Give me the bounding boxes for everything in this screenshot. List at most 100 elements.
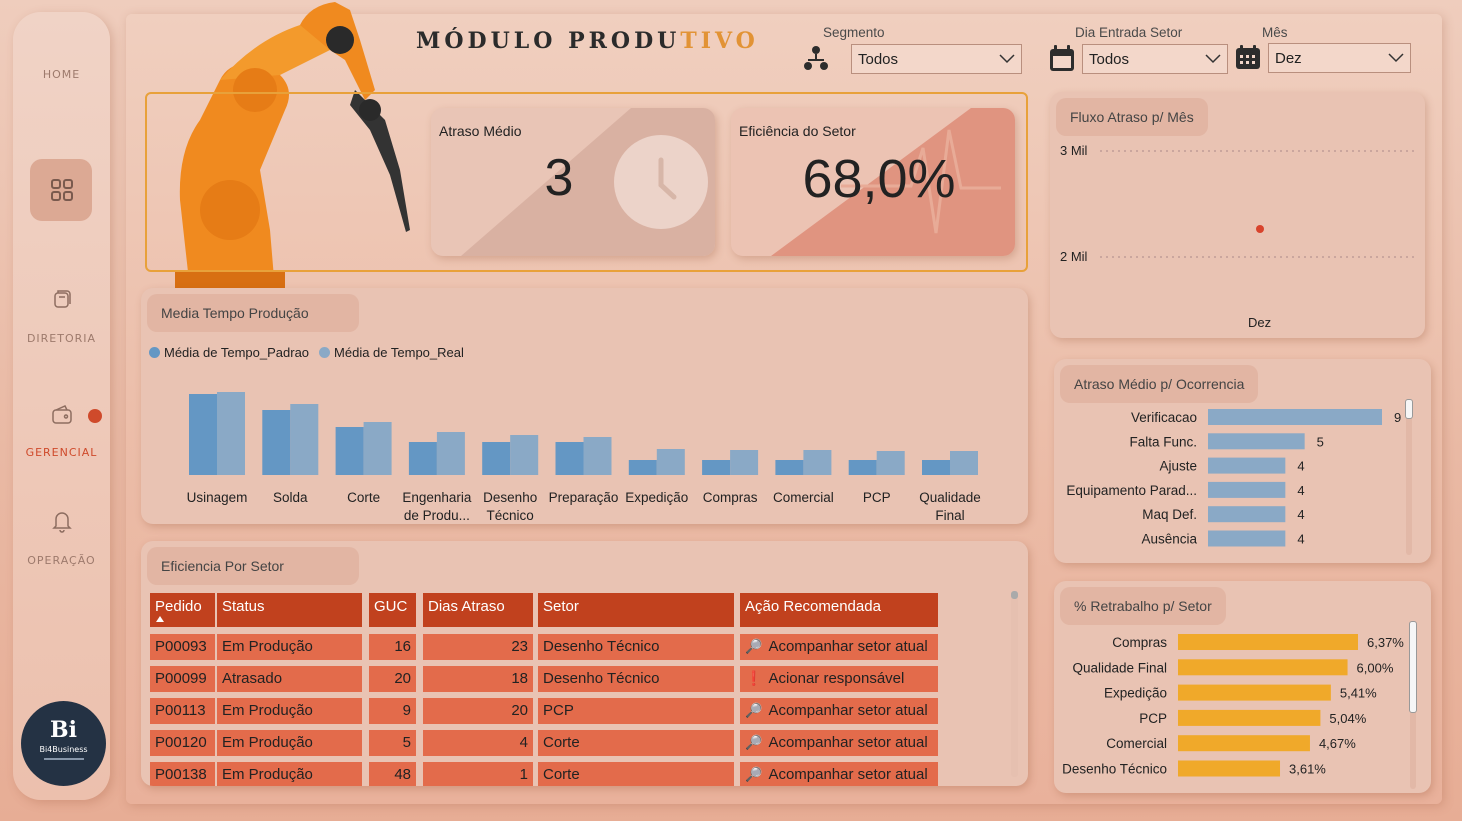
bar-real[interactable] bbox=[510, 435, 539, 475]
table-cell: 4 bbox=[423, 730, 533, 756]
col-header[interactable]: Status bbox=[217, 593, 362, 627]
table-cell: P00113 bbox=[150, 698, 215, 724]
media-tempo-chart: Usinagem Solda Corte Engenharia de Produ... D… bbox=[187, 392, 981, 523]
nav-diretoria[interactable]: DIRETORIA bbox=[13, 332, 110, 345]
data-label: 5,41% bbox=[1340, 686, 1377, 701]
scrollbar-track[interactable] bbox=[1409, 621, 1417, 789]
table-cell: 1 bbox=[423, 762, 533, 786]
segmento-label: Segmento bbox=[823, 25, 885, 40]
scrollbar-thumb[interactable] bbox=[1405, 399, 1413, 419]
bar[interactable] bbox=[1208, 530, 1286, 547]
col-header[interactable]: Ação Recomendada bbox=[740, 593, 938, 627]
bar[interactable] bbox=[1208, 457, 1286, 474]
bar-padrao[interactable] bbox=[408, 442, 437, 475]
bar[interactable] bbox=[1208, 409, 1382, 425]
bar-real[interactable] bbox=[583, 437, 612, 475]
scrollbar-thumb[interactable] bbox=[1409, 621, 1417, 713]
bar[interactable] bbox=[1208, 481, 1286, 498]
scrollbar-track[interactable] bbox=[1011, 591, 1018, 777]
bar-real[interactable] bbox=[950, 451, 978, 475]
logo-mark: Bi bbox=[50, 717, 77, 743]
bar-padrao[interactable] bbox=[702, 460, 731, 475]
eficiencia-setor-panel: Eficiencia Por Setor Pedido Status GUC Dias… bbox=[141, 541, 1028, 786]
col-header[interactable]: Dias Atraso bbox=[423, 593, 533, 627]
table-cell: Desenho Técnico bbox=[538, 666, 734, 692]
magnifier-icon: 🔎 bbox=[745, 702, 763, 718]
segmento-dropdown[interactable]: Todos bbox=[851, 44, 1022, 74]
magnifier-icon: 🔎 bbox=[745, 734, 763, 750]
y-tick-3mil: 3 Mil bbox=[1060, 143, 1088, 158]
category-label: Comercial bbox=[1106, 736, 1167, 751]
scrollbar-thumb[interactable] bbox=[1011, 591, 1018, 599]
mes-dropdown[interactable]: Dez bbox=[1268, 43, 1411, 73]
bar-real[interactable] bbox=[436, 432, 465, 475]
bar-padrao[interactable] bbox=[335, 427, 364, 475]
col-header[interactable]: Setor bbox=[538, 593, 734, 627]
bi4business-logo: Bi Bi4Business bbox=[21, 701, 106, 786]
bar-padrao[interactable] bbox=[262, 410, 291, 475]
bar-real[interactable] bbox=[290, 404, 319, 475]
retrabalho-chart: Compras 6,37% Qualidade Final 6,00% Expediçã… bbox=[1062, 634, 1404, 777]
category-label: Expedição bbox=[1104, 686, 1167, 701]
table-cell: 🔎 Acompanhar setor atual bbox=[740, 634, 938, 660]
table-cell: Em Produção bbox=[217, 762, 362, 786]
data-label: 6,00% bbox=[1357, 660, 1394, 675]
data-label: 5 bbox=[1317, 434, 1324, 449]
sort-ascending-icon[interactable] bbox=[156, 616, 164, 622]
bar[interactable] bbox=[1178, 709, 1321, 726]
bar[interactable] bbox=[1178, 634, 1358, 650]
category-label: Equipamento Parad... bbox=[1066, 483, 1197, 498]
retrabalho-panel: % Retrabalho p/ Setor Compras 6,37% Qualid… bbox=[1054, 581, 1431, 793]
bar-padrao[interactable] bbox=[628, 460, 657, 475]
bar-real[interactable] bbox=[876, 451, 905, 475]
grid-icon bbox=[47, 175, 77, 205]
magnifier-icon: 🔎 bbox=[745, 638, 763, 654]
documents-icon[interactable] bbox=[47, 284, 77, 314]
bar-real[interactable] bbox=[803, 450, 832, 475]
bar-real[interactable] bbox=[217, 392, 245, 475]
nav-home[interactable]: HOME bbox=[13, 68, 110, 81]
bar-padrao[interactable] bbox=[922, 460, 950, 475]
table-cell: P00093 bbox=[150, 634, 215, 660]
bar-padrao[interactable] bbox=[848, 460, 877, 475]
bar[interactable] bbox=[1208, 433, 1305, 450]
bar[interactable] bbox=[1208, 506, 1286, 523]
category-label: Qualidade Final bbox=[1072, 660, 1167, 675]
wallet-icon[interactable] bbox=[47, 400, 77, 430]
logo-text: Bi4Business bbox=[39, 745, 88, 754]
kpi-eficiencia-label: Eficiência do Setor bbox=[739, 123, 856, 139]
x-tick-label: Desenho Técnico bbox=[483, 490, 537, 523]
data-label: 9 bbox=[1394, 410, 1401, 425]
table-cell: 20 bbox=[423, 698, 533, 724]
x-tick-label: Usinagem bbox=[187, 490, 248, 505]
bar[interactable] bbox=[1178, 659, 1348, 676]
bar-padrao[interactable] bbox=[189, 394, 217, 475]
chevron-down-icon bbox=[999, 54, 1015, 64]
calendar-grid-icon bbox=[1235, 44, 1261, 74]
bar[interactable] bbox=[1178, 760, 1281, 777]
nav-gerencial[interactable]: GERENCIAL bbox=[13, 446, 110, 459]
x-tick-label: Qualidade Final bbox=[919, 490, 981, 523]
fluxo-chart bbox=[1100, 150, 1418, 258]
data-point[interactable] bbox=[1256, 225, 1264, 233]
title-part-b: TIVO bbox=[680, 28, 759, 54]
scrollbar-track[interactable] bbox=[1405, 399, 1413, 555]
ocorrencia-panel: Atraso Médio p/ Ocorrencia Verificacao 9 F… bbox=[1054, 359, 1431, 563]
data-label: 4 bbox=[1297, 532, 1304, 547]
nav-operacao[interactable]: OPERAÇÃO bbox=[13, 554, 110, 567]
bar[interactable] bbox=[1178, 684, 1331, 701]
bar-real[interactable] bbox=[730, 450, 759, 475]
bar-real[interactable] bbox=[656, 449, 685, 475]
bar-real[interactable] bbox=[363, 422, 392, 475]
bar-padrao[interactable] bbox=[482, 442, 511, 475]
bar-padrao[interactable] bbox=[775, 460, 804, 475]
data-label: 3,61% bbox=[1289, 762, 1326, 777]
bell-icon[interactable] bbox=[47, 506, 77, 536]
col-header[interactable]: GUC bbox=[369, 593, 416, 627]
bar[interactable] bbox=[1178, 735, 1310, 752]
mes-value: Dez bbox=[1275, 49, 1302, 67]
bar-padrao[interactable] bbox=[555, 442, 584, 475]
table-cell: Atrasado bbox=[217, 666, 362, 692]
dia-entrada-dropdown[interactable]: Todos bbox=[1082, 44, 1228, 74]
kpi-eficiencia-card: Eficiência do Setor 68,0% bbox=[731, 108, 1015, 256]
